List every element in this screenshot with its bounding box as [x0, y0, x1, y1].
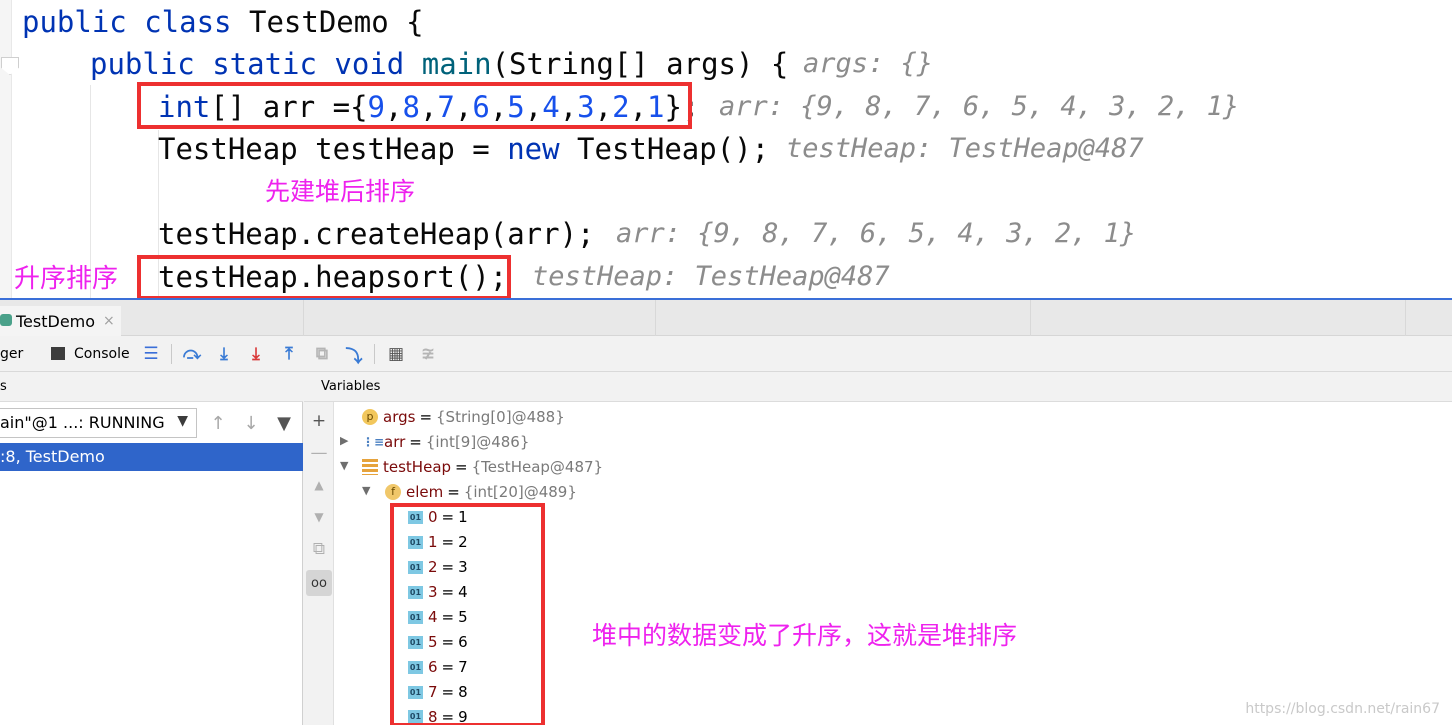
editor-gutter — [0, 0, 12, 298]
annotation-build-then-sort: 先建堆后排序 — [265, 177, 416, 206]
move-up-icon[interactable]: ▲ — [308, 474, 330, 496]
drop-frame-icon[interactable]: ⧉ — [311, 343, 333, 365]
step-into-icon[interactable]: ⤓ — [213, 343, 235, 365]
divider — [655, 300, 656, 336]
move-down-icon[interactable]: ▼ — [308, 506, 330, 528]
field-icon: f — [385, 484, 401, 500]
code-token: new — [507, 132, 578, 166]
debug-toolbar: ger Console ☰ ⤼ ⤓ ⤓ ⤒ ⧉ ⤵ ▦ ≆ — [0, 336, 1452, 372]
code-line-class-decl[interactable]: public class TestDemo { — [22, 4, 424, 40]
tab-label: TestDemo — [16, 311, 96, 331]
divider — [1030, 300, 1031, 336]
collapse-arrow-icon[interactable]: ▼ — [362, 484, 370, 497]
variable-value: {int[20]@489} — [463, 483, 577, 501]
step-over-icon[interactable]: ⤼ — [181, 343, 203, 365]
expand-arrow-icon[interactable]: ▶ — [340, 434, 348, 447]
code-line-new-testheap[interactable]: TestHeap testHeap = new TestHeap(); — [158, 131, 769, 167]
toolbar-separator — [374, 344, 375, 364]
code-token: public static void — [90, 47, 422, 81]
filter-icon[interactable]: ▼ — [273, 412, 295, 434]
tab-testdemo[interactable]: TestDemo × — [0, 306, 121, 336]
variable-value: {int[9]@486} — [425, 433, 530, 451]
divider — [1405, 300, 1406, 336]
trace-icon[interactable]: ≆ — [417, 343, 439, 365]
toolbar-separator — [171, 344, 172, 364]
variable-name: arr — [384, 433, 406, 451]
code-token: public class — [22, 5, 249, 39]
array-icon: ⋮≡ — [362, 435, 385, 449]
variable-value: {TestHeap@487} — [471, 458, 604, 476]
console-icon — [51, 347, 65, 360]
debug-tool-window: TestDemo × ger Console ☰ ⤼ ⤓ ⤓ ⤒ ⧉ ⤵ ▦ ≆… — [0, 298, 1452, 725]
evaluate-icon[interactable]: ▦ — [385, 343, 407, 365]
close-icon[interactable]: × — [103, 313, 115, 329]
highlight-box-elem-items — [390, 503, 545, 725]
code-line-main-decl[interactable]: public static void main(String[] args) { — [90, 46, 788, 82]
inline-value-hint-arr: arr: {9, 8, 7, 6, 5, 4, 3, 2, 1} — [719, 91, 1240, 122]
move-down-icon[interactable]: ↓ — [240, 412, 262, 434]
add-watch-icon[interactable]: + — [308, 410, 330, 432]
variable-row-elem[interactable]: f elem = {int[20]@489} — [385, 481, 577, 503]
divider — [303, 300, 304, 336]
code-token: main — [421, 47, 492, 81]
variables-sidebar: + — ▲ ▼ ⧉ oo — [304, 402, 334, 725]
move-up-icon[interactable]: ↑ — [207, 412, 229, 434]
code-token: TestHeap testHeap = — [158, 132, 508, 166]
code-token: (String[] args) { — [491, 47, 789, 81]
variable-name: testHeap — [383, 458, 452, 476]
highlight-box-array-init — [137, 82, 692, 129]
debug-tab-bar: TestDemo × — [0, 300, 1452, 336]
frames-panel: s ain"@1 ...: RUNNING ▼ ↑ ↓ ▼ :8, TestDe… — [0, 372, 303, 725]
equals-sign: = — [455, 458, 468, 476]
variable-row-arr[interactable]: ⋮≡ arr = {int[9]@486} — [362, 431, 529, 453]
frames-header: s — [0, 372, 303, 402]
collapse-arrow-icon[interactable]: ▼ — [340, 459, 348, 472]
remove-watch-icon[interactable]: — — [308, 442, 330, 464]
watermark: https://blog.csdn.net/rain67 — [1245, 701, 1440, 717]
equals-sign: = — [409, 433, 422, 451]
variable-row-args[interactable]: p args = {String[0]@488} — [362, 406, 565, 428]
variable-value: {String[0]@488} — [436, 408, 565, 426]
inline-value-hint-testheap: testHeap: TestHeap@487 — [532, 261, 890, 292]
variable-name: args — [383, 408, 416, 426]
equals-sign: = — [447, 483, 460, 501]
inline-value-hint-args: args: {} — [803, 48, 934, 79]
variable-name: elem — [406, 483, 444, 501]
step-out-icon[interactable]: ⤒ — [278, 343, 300, 365]
code-token: TestHeap(); — [577, 132, 770, 166]
annotation-result-note: 堆中的数据变成了升序，这就是堆排序 — [592, 621, 1018, 650]
debug-config-icon — [0, 314, 12, 326]
parameter-icon: p — [362, 409, 378, 425]
tab-debugger[interactable]: ger — [0, 346, 23, 362]
code-editor[interactable]: public class TestDemo { public static vo… — [0, 0, 1452, 300]
variables-header: Variables — [304, 372, 1452, 402]
tab-console[interactable]: Console — [74, 346, 130, 362]
code-token: TestDemo { — [248, 5, 424, 39]
copy-icon[interactable]: ⧉ — [308, 538, 330, 560]
inline-value-hint-testheap: testHeap: TestHeap@487 — [786, 133, 1144, 164]
chevron-down-icon: ▼ — [177, 413, 188, 429]
annotation-ascending-sort: 升序排序 — [14, 264, 119, 294]
object-icon — [362, 459, 378, 475]
force-step-into-icon[interactable]: ⤓ — [245, 343, 267, 365]
code-line-create-heap[interactable]: testHeap.createHeap(arr); — [158, 216, 595, 252]
equals-sign: = — [419, 408, 433, 426]
thread-selector[interactable]: ain"@1 ...: RUNNING ▼ — [0, 408, 197, 438]
thread-selector-value: ain"@1 ...: RUNNING — [0, 413, 165, 432]
highlight-box-heapsort — [137, 255, 511, 300]
frame-row-selected[interactable]: :8, TestDemo — [0, 443, 303, 471]
inline-value-hint-arr: arr: {9, 8, 7, 6, 5, 4, 3, 2, 1} — [616, 218, 1137, 249]
code-token: testHeap.createHeap(arr); — [158, 217, 595, 251]
variable-row-testheap[interactable]: testHeap = {TestHeap@487} — [362, 456, 603, 478]
glasses-icon[interactable]: oo — [306, 570, 332, 596]
run-to-cursor-icon[interactable]: ⤵ — [343, 343, 365, 367]
layout-menu-icon[interactable]: ☰ — [140, 343, 162, 365]
